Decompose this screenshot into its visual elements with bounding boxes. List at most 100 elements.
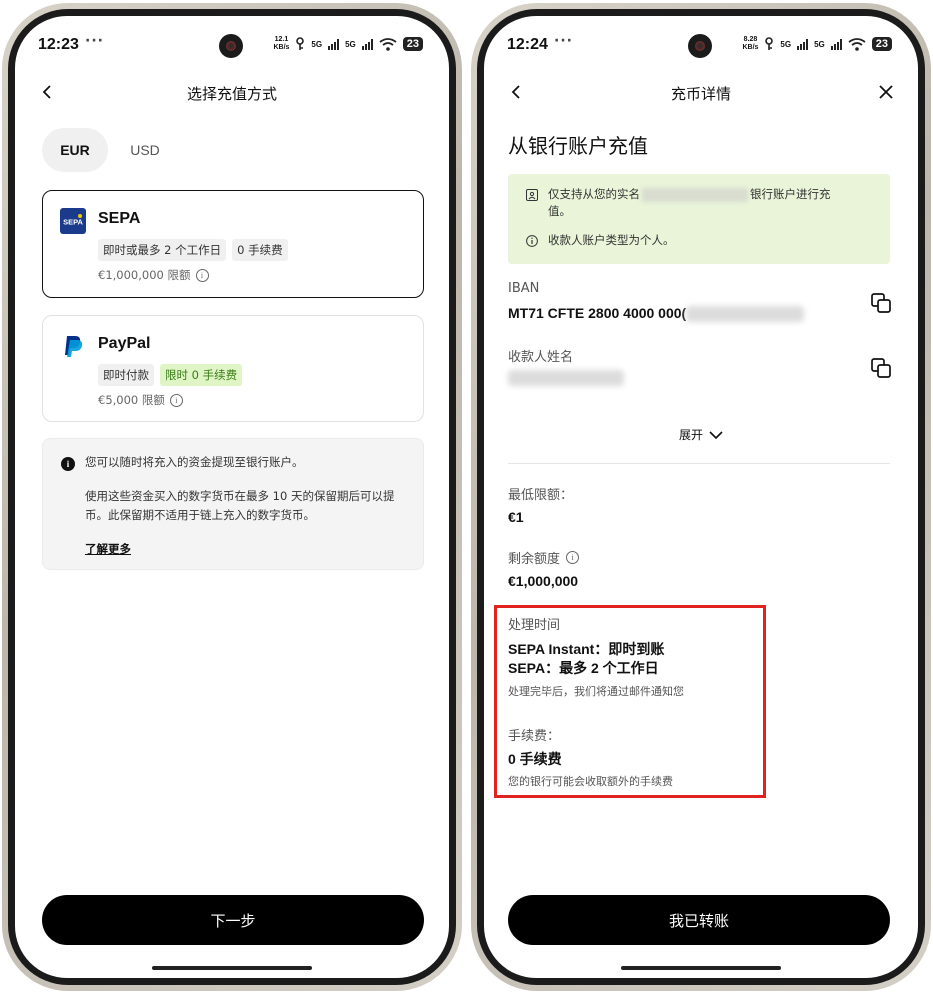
min-limit-label: 最低限额： xyxy=(508,488,574,503)
svg-text:SEPA: SEPA xyxy=(63,218,83,227)
status-time: 12:23 xyxy=(38,36,79,53)
net-speed-unit: KB/s xyxy=(273,44,290,51)
status-time: 12:24 xyxy=(507,36,548,53)
signal-label-1: 5G xyxy=(780,39,792,49)
home-indicator[interactable] xyxy=(152,966,312,970)
fee-note: 您的银行可能会收取额外的手续费 xyxy=(508,775,673,788)
copy-payee-icon[interactable] xyxy=(870,357,892,379)
info-icon[interactable]: i xyxy=(195,268,209,282)
signal-bars-2-icon xyxy=(361,38,373,50)
key-icon xyxy=(765,37,774,50)
expand-label: 展开 xyxy=(678,428,703,442)
wifi-icon xyxy=(848,37,866,51)
redacted-payee xyxy=(508,370,624,386)
signal-label-1: 5G xyxy=(311,39,323,49)
method-name: PayPal xyxy=(98,335,151,352)
processing-time-label: 处理时间 xyxy=(508,618,561,633)
nav-header: 选择充值方式 xyxy=(15,76,449,108)
chevron-down-icon xyxy=(709,430,723,439)
phone-right: 12:24 ··· 8.28 KB/s 5G 5G 23 充币详情 从银行账户充值 xyxy=(471,3,931,991)
notice-row-account-type: 收款人账户类型为个人。 xyxy=(526,232,675,249)
info-icon[interactable]: i xyxy=(566,551,580,564)
method-limit: €5,000 限额 i xyxy=(98,392,183,408)
signal-bars-1-icon xyxy=(797,38,809,50)
method-name: SEPA xyxy=(98,210,141,227)
phone-left: 12:23 ··· 12.1 KB/s 5G 5G 23 选择充值方式 EUR U… xyxy=(2,3,462,991)
info-icon[interactable]: i xyxy=(169,393,183,407)
fee-value: 0 手续费 xyxy=(508,751,562,767)
method-tag: 0 手续费 xyxy=(232,239,288,261)
notice-line-1: 您可以随时将充入的资金提现至银行账户。 xyxy=(85,455,304,469)
net-speed: 8.28 KB/s xyxy=(742,36,758,52)
signal-label-2: 5G xyxy=(814,39,825,49)
front-camera xyxy=(688,34,712,58)
notice-text: 收款人账户类型为个人。 xyxy=(548,233,675,247)
iban-label: IBAN xyxy=(508,281,540,296)
screen-select-deposit-method: 12:23 ··· 12.1 KB/s 5G 5G 23 选择充值方式 EUR U… xyxy=(15,16,449,978)
redacted-name xyxy=(642,187,748,202)
notice-line-2: 使用这些资金买入的数字货币在最多 10 天的保留期后可以提币。此保留期不适用于链… xyxy=(85,489,395,522)
method-card-sepa[interactable]: SEPA SEPA 即时或最多 2 个工作日 0 手续费 €1,000,000 … xyxy=(42,190,424,298)
processing-instant: SEPA Instant：即时到账 xyxy=(508,641,665,657)
transferred-button[interactable]: 我已转账 xyxy=(508,895,890,945)
method-tag: 即时或最多 2 个工作日 xyxy=(98,239,227,261)
id-card-icon xyxy=(526,189,538,201)
method-card-paypal[interactable]: PayPal 即时付款 限时 0 手续费 €5,000 限额 i xyxy=(42,315,424,422)
info-filled-icon: i xyxy=(61,457,75,471)
battery-indicator: 23 xyxy=(402,37,423,51)
info-icon xyxy=(526,235,538,247)
net-speed-value: 8.28 xyxy=(743,36,758,43)
tab-usd[interactable]: USD xyxy=(112,128,178,172)
status-bar: 12:24 ··· 8.28 KB/s 5G 5G 23 xyxy=(484,16,918,70)
paypal-logo-icon xyxy=(65,336,83,357)
notice-row-realname: 仅支持从您的实名 银行账户进行充值。 xyxy=(526,186,846,220)
learn-more-link[interactable]: 了解更多 xyxy=(85,541,131,557)
fee-label: 手续费： xyxy=(508,729,561,744)
processing-note: 处理完毕后，我们将通过邮件通知您 xyxy=(508,685,684,698)
expand-button[interactable]: 展开 xyxy=(484,426,918,443)
remaining-label-text: 剩余额度 xyxy=(508,552,561,567)
front-camera xyxy=(219,34,243,58)
min-limit-value: €1 xyxy=(508,509,524,525)
page-title: 充币详情 xyxy=(670,85,731,103)
wifi-icon xyxy=(379,37,397,51)
signal-label-2: 5G xyxy=(345,39,356,49)
status-more-icon: ··· xyxy=(554,33,573,49)
home-indicator[interactable] xyxy=(621,966,781,970)
divider xyxy=(508,463,890,464)
copy-iban-icon[interactable] xyxy=(870,292,892,314)
status-bar: 12:23 ··· 12.1 KB/s 5G 5G 23 xyxy=(15,16,449,70)
net-speed-unit: KB/s xyxy=(742,44,759,51)
method-tag: 即时付款 xyxy=(98,364,154,386)
notice-text-pre: 仅支持从您的实名 xyxy=(548,187,640,201)
net-speed-value: 12.1 xyxy=(274,36,289,43)
next-button[interactable]: 下一步 xyxy=(42,895,424,945)
net-speed: 12.1 KB/s xyxy=(273,36,289,52)
status-more-icon: ··· xyxy=(85,33,104,49)
promo-tag: 限时 0 手续费 xyxy=(160,364,243,386)
remaining-value: €1,000,000 xyxy=(508,573,579,589)
iban-text: MT71 CFTE 2800 4000 000( xyxy=(508,305,687,321)
screen-deposit-details: 12:24 ··· 8.28 KB/s 5G 5G 23 充币详情 从银行账户充值 xyxy=(484,16,918,978)
close-icon[interactable] xyxy=(878,84,894,100)
redacted-iban xyxy=(686,306,805,323)
key-icon xyxy=(296,37,305,50)
page-title: 选择充值方式 xyxy=(186,85,277,103)
sepa-logo-icon: SEPA xyxy=(60,208,86,234)
processing-sepa: SEPA：最多 2 个工作日 xyxy=(508,660,659,676)
signal-bars-1-icon xyxy=(328,38,340,50)
status-icons: 8.28 KB/s 5G 5G 23 xyxy=(742,36,892,52)
status-icons: 12.1 KB/s 5G 5G 23 xyxy=(273,36,423,52)
highlight-box xyxy=(494,605,766,798)
payee-name-value xyxy=(508,370,624,390)
signal-bars-2-icon xyxy=(830,38,842,50)
notice-box: i 您可以随时将充入的资金提现至银行账户。 使用这些资金买入的数字货币在最多 1… xyxy=(42,438,424,570)
notice-text: 仅支持从您的实名 银行账户进行充值。 xyxy=(548,186,846,220)
method-limit-text: €5,000 限额 xyxy=(98,393,165,407)
method-tags: 即时付款 限时 0 手续费 xyxy=(98,364,243,386)
method-limit: €1,000,000 限额 i xyxy=(98,267,209,283)
section-heading: 从银行账户充值 xyxy=(508,134,648,158)
account-notice-box: 仅支持从您的实名 银行账户进行充值。 收款人账户类型为个人。 xyxy=(508,174,890,264)
remaining-label: 剩余额度 i xyxy=(508,548,580,567)
tab-eur[interactable]: EUR xyxy=(42,128,108,172)
